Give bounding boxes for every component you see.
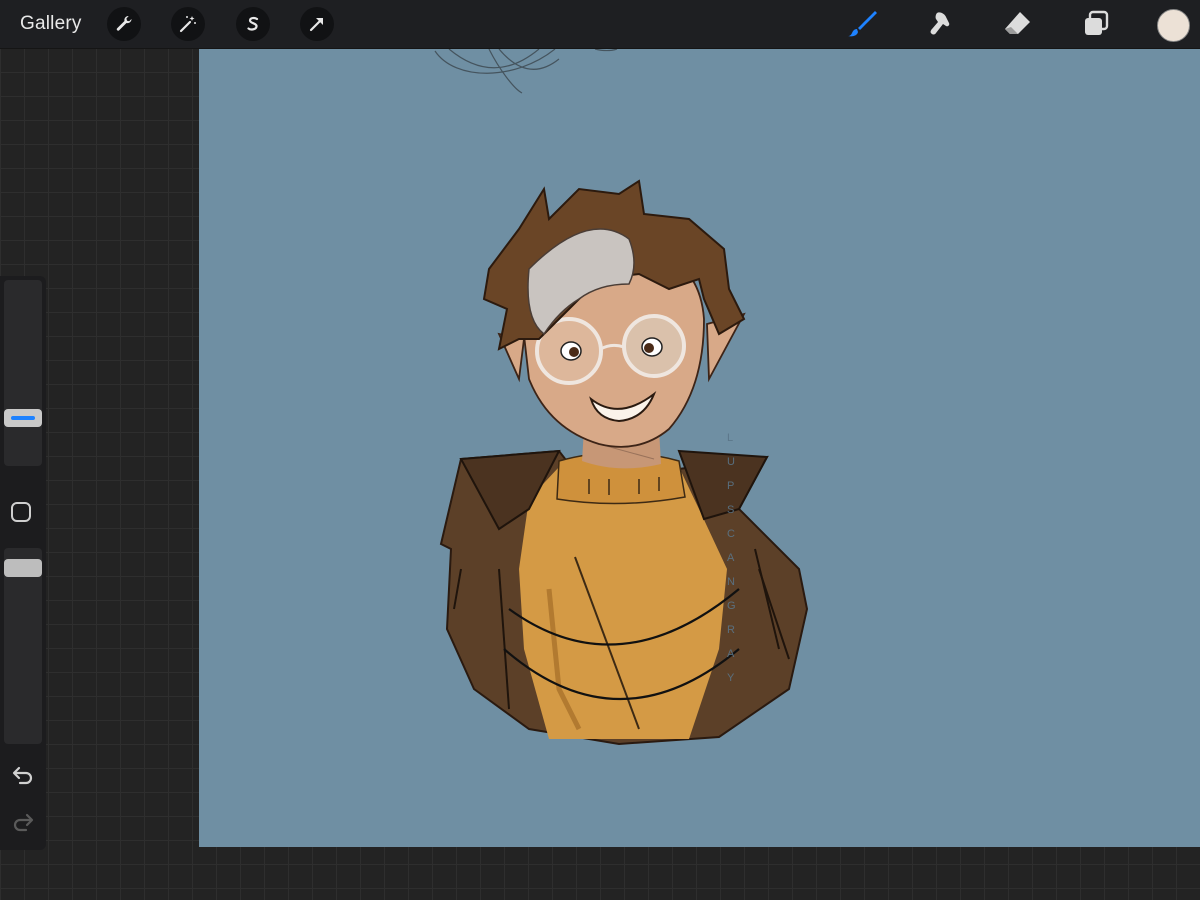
brush-opacity-thumb[interactable] xyxy=(4,559,42,577)
brush-sidebar xyxy=(0,276,46,850)
gallery-button[interactable]: Gallery xyxy=(20,13,82,35)
transform-button[interactable] xyxy=(300,7,334,41)
top-toolbar: Gallery xyxy=(0,0,1200,49)
svg-text:G: G xyxy=(727,600,736,612)
brush-opacity-slider[interactable] xyxy=(4,548,42,744)
brush-size-slider[interactable] xyxy=(4,280,42,466)
svg-text:C: C xyxy=(727,528,735,540)
eraser-button[interactable] xyxy=(1002,8,1034,40)
svg-text:S: S xyxy=(727,504,734,516)
svg-text:U: U xyxy=(727,456,735,468)
adjustments-button[interactable] xyxy=(171,7,205,41)
selection-s-icon xyxy=(247,16,259,31)
svg-text:L: L xyxy=(727,432,733,444)
undo-button[interactable] xyxy=(12,764,34,786)
svg-text:R: R xyxy=(727,624,735,636)
svg-text:Y: Y xyxy=(727,672,735,684)
brush-button[interactable] xyxy=(846,8,878,40)
redo-button[interactable] xyxy=(12,811,34,833)
layers-icon xyxy=(1085,10,1109,35)
transform-arrow-icon xyxy=(309,18,323,32)
svg-text:P: P xyxy=(727,480,734,492)
selection-button[interactable] xyxy=(236,7,270,41)
smudge-icon xyxy=(930,12,950,35)
svg-text:N: N xyxy=(727,576,735,588)
magic-wand-icon xyxy=(179,16,196,33)
brush-icon xyxy=(848,11,877,37)
wrench-icon xyxy=(116,15,132,31)
brush-size-thumb[interactable] xyxy=(4,409,42,427)
color-picker-button[interactable] xyxy=(1157,9,1190,42)
smudge-button[interactable] xyxy=(924,8,956,40)
drawing-canvas[interactable]: LUP SCA NGR AY xyxy=(199,49,1200,847)
eraser-icon xyxy=(1005,12,1030,34)
character-illustration: LUP SCA NGR AY xyxy=(199,49,1200,847)
modify-button[interactable] xyxy=(11,502,31,522)
svg-text:A: A xyxy=(727,552,735,564)
actions-button[interactable] xyxy=(107,7,141,41)
redo-icon xyxy=(13,813,34,832)
layers-button[interactable] xyxy=(1080,8,1112,40)
undo-icon xyxy=(12,766,33,785)
svg-text:A: A xyxy=(727,648,735,660)
